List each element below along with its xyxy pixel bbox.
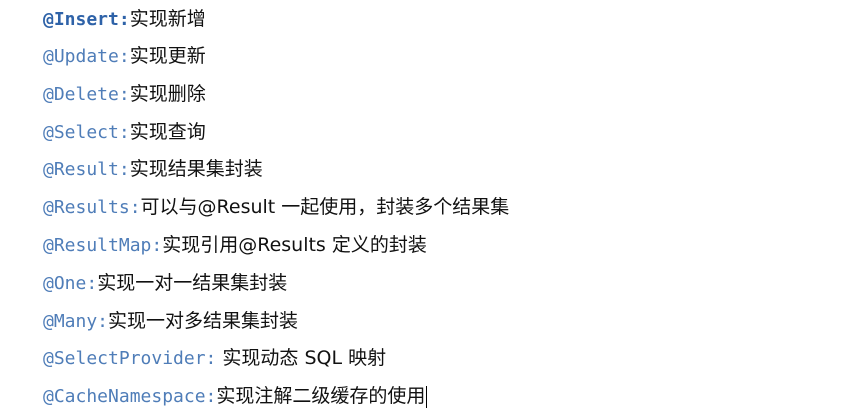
annotation-description: 实现删除	[129, 82, 206, 105]
annotation-description: 实现新增	[129, 8, 206, 30]
annotation-row-update: @Update:实现更新	[43, 38, 509, 76]
annotation-description: 实现引用@Results 定义的封装	[162, 233, 427, 256]
annotation-row-resultmap: @ResultMap:实现引用@Results 定义的封装	[43, 227, 509, 265]
annotation-row-results: @Results:可以与@Result 一起使用，封装多个结果集	[43, 189, 509, 227]
annotation-description: 可以与@Result 一起使用，封装多个结果集	[140, 196, 510, 219]
annotation-description: 实现结果集封装	[129, 158, 263, 181]
annotation-row-selectprovider: @SelectProvider: 实现动态 SQL 映射	[43, 340, 509, 378]
annotation-row-select: @Select:实现查询	[43, 114, 509, 152]
annotation-row-many: @Many:实现一对多结果集封装	[43, 303, 509, 341]
annotation-description: 实现动态 SQL 映射	[216, 347, 387, 370]
annotation-row-delete: @Delete:实现删除	[43, 76, 509, 114]
annotation-description: 实现查询	[129, 120, 206, 143]
annotation-list: @Insert:实现新增 @Update:实现更新 @Delete:实现删除 @…	[43, 0, 509, 416]
annotation-name: @ResultMap:	[43, 234, 163, 256]
text-cursor	[426, 385, 428, 408]
annotation-row-cachenamespace: @CacheNamespace:实现注解二级缓存的使用	[43, 378, 509, 416]
annotation-name: @CacheNamespace:	[43, 386, 217, 408]
annotation-description: 实现一对多结果集封装	[108, 309, 299, 332]
annotation-name: @SelectProvider:	[43, 348, 217, 370]
annotation-name: @Result:	[43, 159, 130, 181]
annotation-name: @Results:	[43, 197, 141, 219]
annotation-row-one: @One:实现一对一结果集封装	[43, 265, 509, 303]
annotation-name: @Select:	[43, 121, 130, 143]
annotation-description: 实现更新	[129, 45, 206, 67]
annotation-name: @Delete:	[43, 83, 130, 105]
annotation-name: @Update:	[43, 46, 130, 67]
annotation-row-insert: @Insert:实现新增	[43, 0, 509, 38]
annotation-name: @One:	[43, 272, 98, 294]
annotation-description: 实现注解二级缓存的使用	[216, 385, 426, 408]
annotation-description: 实现一对一结果集封装	[97, 271, 288, 294]
annotation-row-result: @Result:实现结果集封装	[43, 151, 509, 189]
annotation-name: @Many:	[43, 310, 109, 332]
annotation-name: @Insert:	[43, 9, 130, 30]
